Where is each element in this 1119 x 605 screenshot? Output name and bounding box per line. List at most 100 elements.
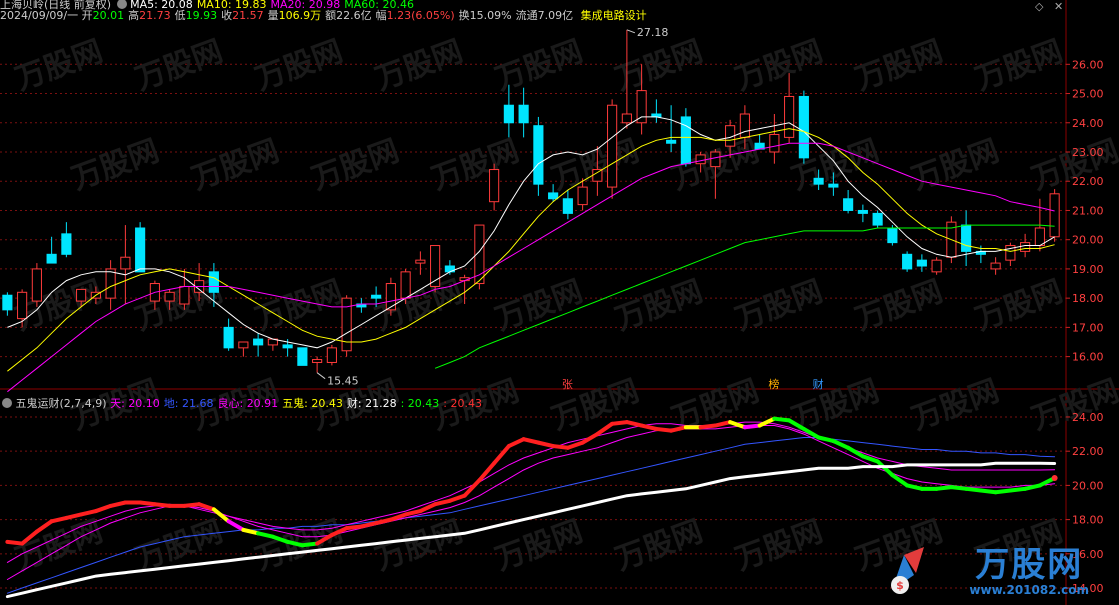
quote-value: 106.9万 — [278, 9, 322, 22]
watermark-tile: 万股网 — [491, 274, 588, 338]
candle-down — [46, 253, 57, 264]
indicator-segment-五鬼 — [624, 420, 644, 428]
indicator-segment-五鬼 — [138, 500, 157, 507]
quote-value: 20.01 — [92, 9, 125, 22]
indicator-value: 20.43 — [311, 397, 343, 410]
watermark-tile: 万股网 — [851, 34, 948, 98]
logo-icon: $ — [891, 547, 924, 594]
candle-up — [489, 169, 500, 203]
quote-value: 1.23(6.05%) — [386, 9, 455, 22]
quote-value: 21.73 — [139, 9, 171, 22]
price-tick-label: 16.00 — [1072, 351, 1104, 364]
indicator-value: 20.43 — [450, 397, 483, 410]
candle-down — [2, 294, 13, 311]
indicator-name[interactable]: 五鬼运财(2,7,4,9) — [16, 397, 107, 410]
indicator-segment-五鬼 — [5, 539, 25, 546]
indicator-key: 地: — [163, 397, 182, 410]
quote-key: 幅 — [375, 9, 387, 22]
indicator-segment-五鬼 — [654, 426, 674, 433]
quote-value: 21.57 — [232, 9, 264, 22]
indicator-key: 天: — [110, 397, 129, 410]
indicator-segment-五鬼 — [565, 440, 585, 450]
event-marker: 榜 — [768, 377, 779, 391]
watermark-url: www.201082.com — [969, 583, 1089, 597]
high-label: 27.18 — [637, 26, 669, 39]
price-tick-label: 22.00 — [1072, 175, 1104, 188]
indicator-end-dot — [1051, 475, 1058, 482]
candle-down — [503, 104, 514, 124]
indicator-item: 地: 21.68 — [164, 397, 214, 410]
candle-down — [902, 253, 913, 270]
indicator-segment-五鬼 — [300, 541, 320, 548]
candle-up — [607, 104, 618, 188]
watermark-tile: 万股网 — [131, 34, 228, 98]
indicator-settings-icon[interactable] — [2, 398, 12, 408]
candle-up — [769, 133, 780, 153]
indicator-key: 良心: — [217, 397, 247, 410]
watermark-tile: 万股网 — [611, 514, 708, 578]
indicator-key: : — [400, 397, 408, 410]
chart-canvas: 万股网 万股网 万股网 万股网 万股网 万股网 万股网 万股网 万股网万股网 万股网 万股网 万股网万… — [0, 0, 1119, 605]
indicator-item: 五鬼: 20.43 — [282, 397, 343, 410]
ma-line-ma10 — [7, 128, 1055, 372]
watermark-tile: 万股网 — [971, 34, 1068, 98]
quote-value: 22.6亿 — [336, 9, 372, 22]
watermark-tile: 万股网 — [11, 514, 108, 578]
watermark-tile: 万股网 — [731, 514, 828, 578]
candle-up — [312, 359, 323, 363]
watermark-tile: 万股网 — [851, 274, 948, 338]
candle-up — [164, 291, 175, 302]
indicator-segment-五鬼 — [492, 444, 511, 466]
watermark-tile: 万股网 — [731, 274, 828, 338]
indicator-segment-五鬼 — [905, 483, 924, 491]
indicator-segment-五鬼 — [890, 473, 910, 488]
indicator-tick-label: 22.00 — [1072, 445, 1104, 458]
indicator-segment-五鬼 — [551, 444, 570, 450]
candle-down — [223, 326, 234, 349]
candle-down — [533, 125, 544, 185]
candle-up — [784, 95, 795, 138]
candle-up — [577, 186, 588, 206]
candle-up — [739, 113, 750, 138]
indicator-key: 五鬼: — [282, 397, 312, 410]
quote-values: 开20.01 高21.73 低19.93 收21.57 量106.9万 额22.6亿 幅1.… — [82, 9, 577, 22]
candle-up — [179, 285, 190, 305]
watermark-tile: 万股网 — [547, 133, 644, 197]
indicator-segment-五鬼 — [1023, 483, 1042, 491]
price-tick-label: 21.00 — [1072, 204, 1104, 217]
candle-down — [208, 271, 219, 293]
candle-down — [371, 294, 382, 299]
indicator-segment-五鬼 — [742, 423, 762, 430]
indicator-segment-五鬼 — [698, 423, 718, 430]
watermark-title: 万股网 — [975, 545, 1084, 585]
concept-tag[interactable]: 集成电路设计 — [581, 9, 647, 22]
candle-down — [857, 209, 868, 214]
settings-dot-icon[interactable] — [116, 0, 127, 9]
candle-down — [297, 347, 308, 366]
indicator-item: : 20.43 — [443, 397, 482, 410]
indicator-item: 天: 20.10 — [110, 397, 160, 410]
candle-up — [990, 262, 1001, 270]
quote-date: 2024/09/09/一 — [0, 9, 79, 22]
indicator-segment-五鬼 — [964, 486, 983, 493]
candle-down — [61, 233, 72, 255]
candle-down — [828, 183, 839, 188]
candle-down — [961, 224, 972, 252]
price-tick-label: 18.00 — [1072, 292, 1104, 305]
high-marker — [626, 29, 636, 34]
quote-key: 量 — [267, 9, 279, 22]
quote-key: 换 — [458, 9, 470, 22]
diamond-icon[interactable]: ◇ — [1035, 0, 1043, 13]
indicator-value: 20.43 — [407, 397, 440, 410]
indicator-segment-五鬼 — [226, 519, 246, 532]
indicator-segment-五鬼 — [182, 502, 202, 508]
candle-up — [592, 169, 603, 182]
indicator-values: 天: 20.10 地: 21.68 良心: 20.91 五鬼: 20.43 财: 21.… — [110, 397, 486, 410]
indicator-tick-label: 18.00 — [1072, 514, 1104, 527]
indicator-segment-五鬼 — [521, 437, 541, 445]
close-icon[interactable]: ✕ — [1054, 0, 1063, 13]
quote-key: 低 — [174, 9, 186, 22]
price-tick-label: 20.00 — [1072, 234, 1104, 247]
quote-key: 高 — [128, 9, 140, 22]
candle-down — [548, 192, 559, 200]
